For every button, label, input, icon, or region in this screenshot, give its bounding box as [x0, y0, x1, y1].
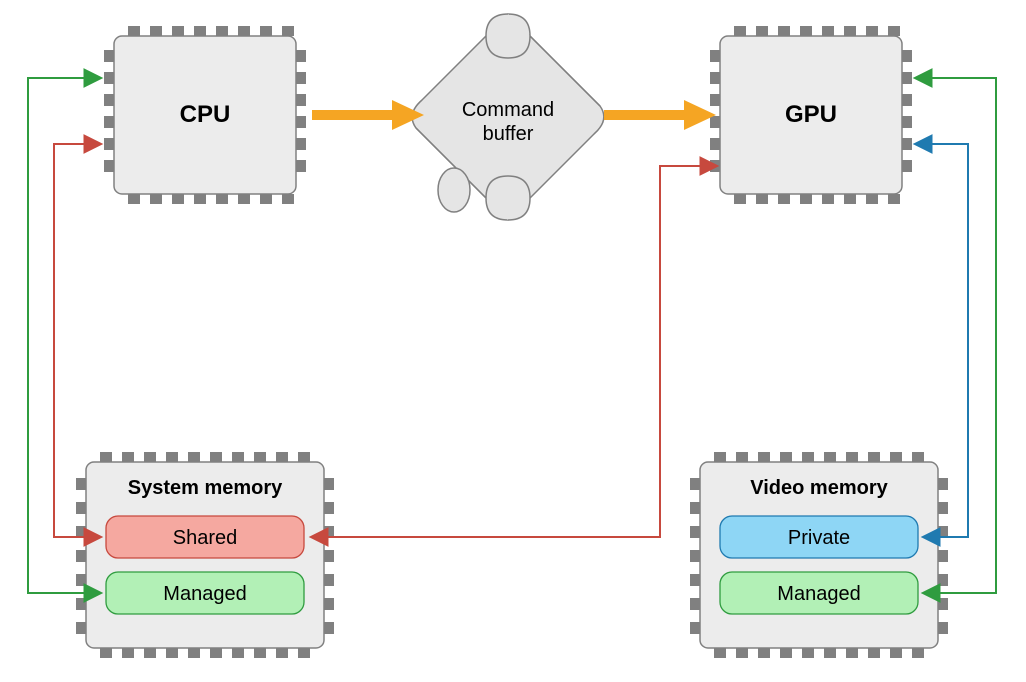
- system-memory: System memory Shared Managed: [76, 452, 334, 658]
- command-buffer: Command buffer: [412, 14, 604, 220]
- video-memory-title: Video memory: [750, 477, 888, 499]
- arrow-cpu-to-commandbuffer: [312, 100, 424, 130]
- arrow-gpu-shared: [312, 166, 716, 537]
- video-memory: Video memory Private Managed: [690, 452, 948, 658]
- system-memory-managed-label: Managed: [163, 583, 246, 605]
- system-memory-shared-label: Shared: [173, 527, 238, 549]
- gpu-chip: GPU: [710, 26, 912, 204]
- video-memory-private-label: Private: [788, 527, 850, 549]
- gpu-label: GPU: [785, 101, 837, 128]
- cpu-label: CPU: [180, 101, 231, 128]
- command-buffer-label-2: buffer: [483, 123, 534, 145]
- command-buffer-label-1: Command: [462, 99, 554, 121]
- system-memory-title: System memory: [128, 477, 283, 499]
- cpu-chip: CPU: [104, 26, 306, 204]
- video-memory-managed-label: Managed: [777, 583, 860, 605]
- arrow-commandbuffer-to-gpu: [604, 100, 716, 130]
